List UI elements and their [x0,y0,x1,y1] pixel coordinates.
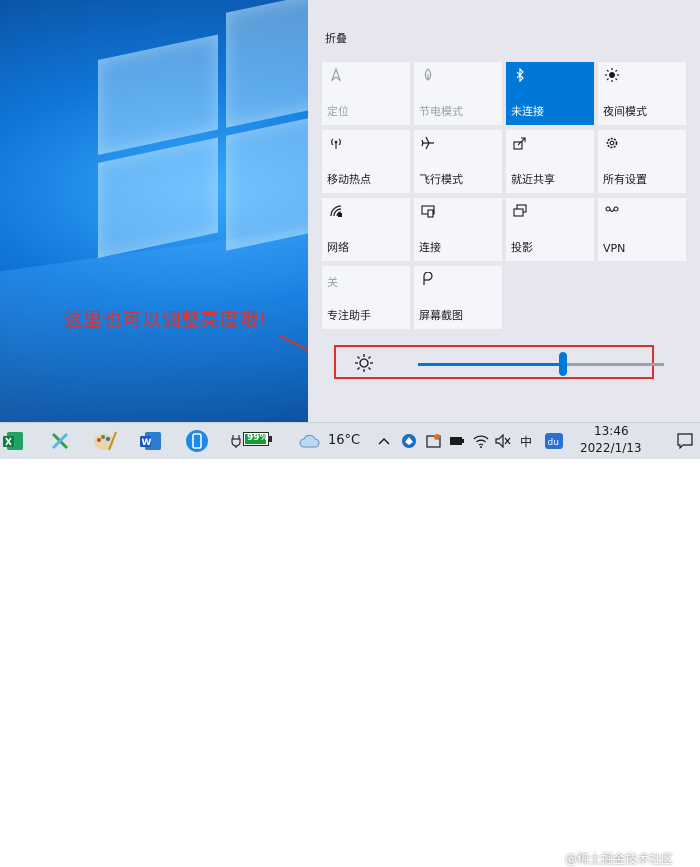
project-icon [511,202,529,220]
action-center-panel: 折叠 定位 节电模式 未连接 夜间模式 移动热点 飞行模式 就近共享 所有设置 … [308,0,700,422]
word-app-icon[interactable]: W [139,423,163,459]
tile-label: 夜间模式 [603,105,647,118]
tile-label: 连接 [419,241,441,254]
tile-connect[interactable]: 连接 [414,198,502,261]
weather-cloud-icon[interactable] [297,423,321,459]
location-icon [327,66,345,84]
svg-text:du: du [548,438,559,448]
tile-label: VPN [603,242,626,255]
tile-label: 飞行模式 [419,173,463,186]
paint-app-icon[interactable] [92,423,118,459]
tile-label: 定位 [327,105,349,118]
volume-muted-icon[interactable] [494,423,512,459]
network-icon [327,202,345,220]
taskbar: W 99% 16°C 中 du 13:46 2022/1/13 @稀土掘金技术社… [0,422,700,866]
airplane-icon [419,134,437,152]
vpn-icon [603,202,621,220]
desktop-wallpaper: 这里也可以调整亮度哦! 折叠 定位 节电模式 未连接 夜间模式 移动热点 飞行模… [0,0,700,422]
tile-battery-saver[interactable]: 节电模式 [414,62,502,125]
collapse-button[interactable]: 折叠 [325,30,347,46]
tile-all-settings[interactable]: 所有设置 [598,130,686,193]
battery-saver-icon [419,66,437,84]
tray-du-icon[interactable]: du [544,423,564,459]
tile-location[interactable]: 定位 [322,62,410,125]
charging-plug-icon [230,423,242,459]
brightness-slider-highlight [334,345,664,379]
weather-temperature[interactable]: 16°C [328,433,360,448]
battery-percent: 99% [247,433,269,443]
tile-state-label: 关 [327,276,338,289]
tile-airplane-mode[interactable]: 飞行模式 [414,130,502,193]
watermark-text: @稀土掘金技术社区 [565,852,674,866]
tile-network[interactable]: 网络 [322,198,410,261]
tile-bluetooth[interactable]: 未连接 [506,62,594,125]
xmind-app-icon[interactable] [48,423,72,459]
clock-date[interactable]: 2022/1/13 [580,441,642,455]
brightness-fill [418,363,564,366]
tile-label: 未连接 [511,105,544,118]
clock-time[interactable]: 13:46 [594,424,629,438]
show-hidden-icons-chevron-icon[interactable] [377,423,391,459]
notification-center-icon[interactable] [675,423,695,459]
tile-focus-assist[interactable]: 关 专注助手 [322,266,410,329]
excel-app-icon[interactable] [2,423,26,459]
wifi-icon[interactable] [472,423,490,459]
tile-mobile-hotspot[interactable]: 移动热点 [322,130,410,193]
tile-label: 就近共享 [511,173,555,186]
tile-label: 节电模式 [419,105,463,118]
brightness-thumb[interactable] [559,352,568,376]
night-light-icon [603,66,621,84]
tile-vpn[interactable]: VPN [598,198,686,261]
phone-companion-icon[interactable] [184,423,210,459]
tile-label: 网络 [327,241,349,254]
connect-icon [419,202,437,220]
tile-screenshot[interactable]: 屏幕截图 [414,266,502,329]
tile-label: 移动热点 [327,173,371,186]
tile-label: 所有设置 [603,173,647,186]
tile-label: 投影 [511,241,533,254]
battery-tip [269,436,272,442]
nearby-share-icon [511,134,529,152]
input-language-indicator[interactable]: 中 [520,433,532,450]
svg-text:W: W [142,438,152,448]
settings-gear-icon [603,134,621,152]
mobile-hotspot-icon [327,134,345,152]
tile-night-light[interactable]: 夜间模式 [598,62,686,125]
sun-icon [354,353,374,377]
tile-label: 屏幕截图 [419,309,463,322]
tile-project[interactable]: 投影 [506,198,594,261]
tile-nearby-share[interactable]: 就近共享 [506,130,594,193]
tray-capture-icon[interactable] [425,423,443,459]
screenshot-icon [419,270,437,288]
bluetooth-icon [511,66,529,84]
tray-app-icon[interactable] [400,423,418,459]
annotation-text: 这里也可以调整亮度哦! [64,309,268,331]
battery-tray-icon[interactable] [448,423,466,459]
tile-label: 专注助手 [327,309,371,322]
